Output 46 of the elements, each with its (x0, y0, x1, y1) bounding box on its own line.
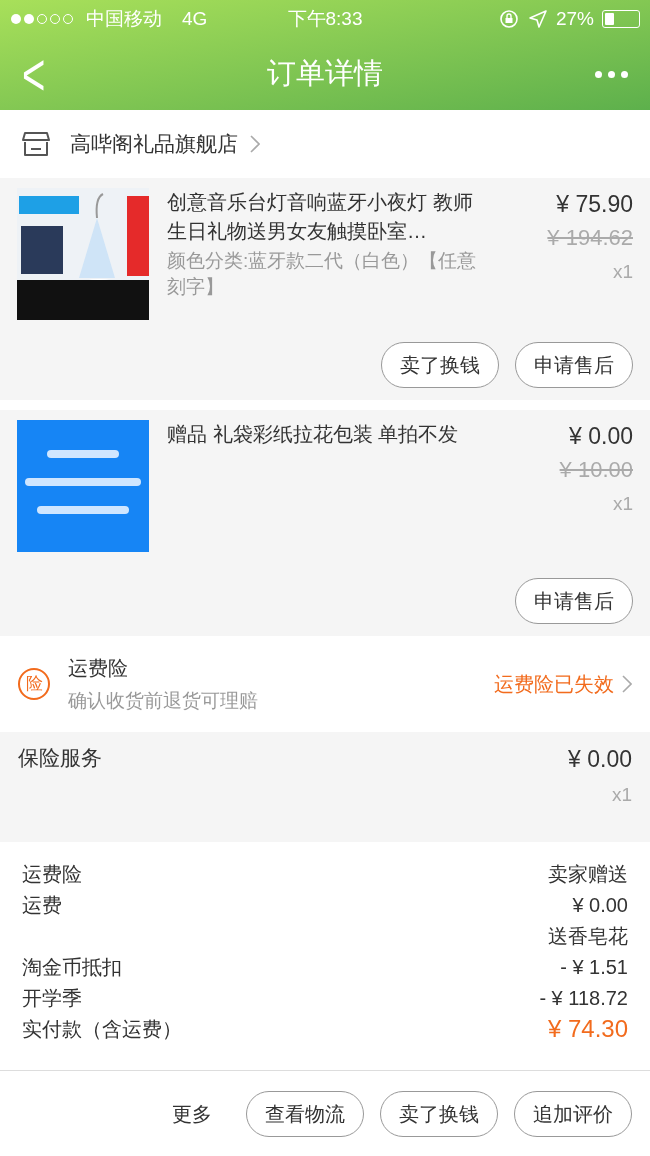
pill-button[interactable]: 卖了换钱 (381, 342, 499, 388)
pill-button[interactable]: 追加评价 (514, 1090, 632, 1137)
original-price: ¥ 10.00 (559, 456, 633, 484)
quantity-text: x1 (612, 492, 633, 516)
carrier-text: 中国移动 (86, 6, 162, 31)
summary-value: 送香皂花 (548, 923, 628, 949)
insurance-title: 运费险 (68, 655, 129, 681)
summary-label: 开学季 (22, 985, 82, 1011)
status-time: 下午8:33 (287, 6, 363, 31)
original-price: ¥ 194.62 (547, 224, 633, 252)
page-title: 订单详情 (267, 56, 383, 92)
price-text: ¥ 0.00 (569, 422, 633, 451)
product-variant: 颜色分类:蓝牙款二代（白色）【任意刻字】 (167, 249, 478, 299)
location-arrow-icon (527, 9, 548, 29)
summary-label: 淘金币抵扣 (22, 954, 122, 980)
summary-value: 卖家赠送 (548, 861, 628, 887)
shop-icon (22, 131, 50, 157)
product-title: 赠品 礼袋彩纸拉花包装 单拍不发 (167, 422, 460, 447)
product-title: 创意音乐台灯音响蓝牙小夜灯 教师生日礼物送男女友触摸卧室… (167, 190, 474, 244)
quantity-text: x1 (611, 782, 632, 807)
summary-value: - ¥ 1.51 (560, 954, 628, 980)
insurance-badge: 险 (18, 668, 50, 700)
pill-button[interactable]: 查看物流 (246, 1090, 364, 1137)
summary-label: 运费 (22, 892, 62, 918)
service-title: 保险服务 (18, 745, 102, 771)
pill-button[interactable]: 申请售后 (515, 578, 633, 624)
summary-value: ¥ 0.00 (572, 892, 628, 918)
battery-icon (602, 10, 640, 28)
summary-value: - ¥ 118.72 (539, 985, 628, 1011)
chevron-right-icon (622, 675, 632, 693)
summary-label: 运费险 (22, 861, 82, 887)
battery-text: 27% (555, 6, 594, 31)
total-amount: ¥ 74.30 (547, 1013, 628, 1044)
insurance-subtitle: 确认收货前退货可理赔 (68, 688, 258, 713)
price-text: ¥ 0.00 (568, 745, 632, 774)
store-link[interactable]: 高哔阁礼品旗舰店 (70, 128, 260, 160)
quantity-text: x1 (612, 260, 633, 284)
more-options-icon[interactable] (595, 70, 628, 78)
chevron-right-icon (250, 135, 260, 153)
summary-label: 实付款（含运费） (22, 1016, 182, 1042)
rotation-lock-icon (497, 8, 520, 30)
price-text: ¥ 75.90 (556, 190, 633, 219)
network-text: 4G (182, 6, 208, 31)
more-link[interactable]: 更多 (172, 1098, 212, 1129)
pill-button[interactable]: 申请售后 (515, 342, 633, 388)
pill-button[interactable]: 卖了换钱 (380, 1090, 498, 1137)
